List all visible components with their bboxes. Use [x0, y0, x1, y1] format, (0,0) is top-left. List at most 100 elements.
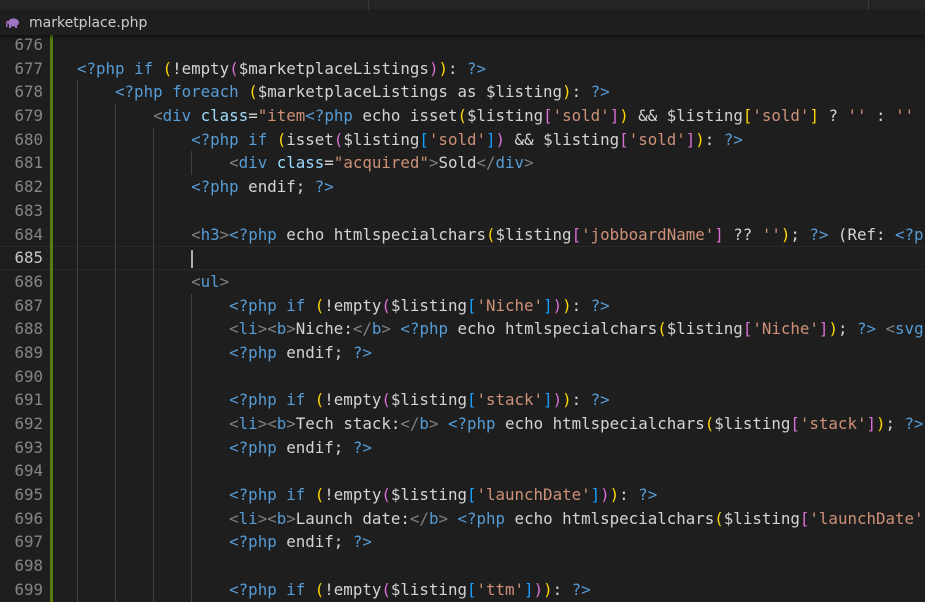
- code-token: (: [704, 414, 715, 433]
- indent-guide: [77, 198, 78, 223]
- code-token: (: [314, 485, 325, 505]
- line-number: 695: [14, 485, 43, 505]
- code-token: $listing: [666, 319, 743, 339]
- indent-guide: [77, 80, 78, 105]
- code-token: <?php: [115, 82, 163, 102]
- code-token: 'sold': [552, 106, 610, 126]
- code-token: echo htmlspecialchars: [505, 508, 715, 528]
- code-token: $marketplaceListings as $listing: [257, 82, 563, 102]
- code-token: <?php: [229, 532, 277, 552]
- code-line[interactable]: 685: [0, 246, 925, 270]
- indent-guide: [153, 506, 155, 531]
- code-token: ): [495, 129, 506, 149]
- code-line[interactable]: 699 <?php if (!empty($listing['ttm'])): ?…: [0, 577, 925, 602]
- code-line[interactable]: 694: [0, 459, 925, 484]
- code-line[interactable]: 680 <?php if (isset($listing['sold']) && …: [0, 127, 925, 152]
- git-modified-indicator: [50, 530, 53, 555]
- code-line[interactable]: 681 <div class="acquired">Sold</div>: [0, 151, 925, 176]
- code-token: <: [876, 319, 896, 339]
- code-token: $listing: [390, 579, 467, 599]
- code-token: <: [191, 271, 201, 291]
- code-token: ??: [723, 224, 762, 244]
- breadcrumb[interactable]: marketplace.php: [0, 10, 925, 35]
- code-line[interactable]: 690: [0, 364, 925, 389]
- indent-guide: [153, 127, 155, 152]
- code-token: [: [419, 129, 429, 149]
- code-token: ): [552, 390, 563, 410]
- code-token: ]: [543, 390, 553, 410]
- indent-guide: [153, 269, 155, 294]
- code-token: >: [286, 319, 296, 339]
- code-token: ?>: [590, 82, 610, 102]
- code-token: </: [352, 319, 372, 339]
- indent-guide: [77, 293, 78, 318]
- indent-guide: [115, 435, 117, 460]
- code-token: [: [799, 508, 810, 528]
- indent-guide: [115, 104, 117, 128]
- code-line[interactable]: 698: [0, 554, 925, 578]
- code-token: (: [248, 82, 258, 102]
- code-line[interactable]: 695 <?php if (!empty($listing['launchDate…: [0, 483, 925, 507]
- code-line[interactable]: 687 <?php if (!empty($listing['Niche'])):…: [0, 293, 925, 318]
- indent-guide: [115, 317, 117, 341]
- code-token: :: [866, 106, 896, 126]
- indent-guide: [191, 459, 193, 484]
- code-token: 'Niche': [752, 319, 819, 339]
- code-editor[interactable]: 676 677 <?php if (!empty($marketplaceListi…: [0, 33, 925, 602]
- indent-guide: [153, 388, 155, 412]
- indent-guide: [191, 364, 193, 389]
- code-line[interactable]: 688 <li><b>Niche:</b> <?php echo htmlspec…: [0, 317, 925, 341]
- indent-guide: [77, 104, 78, 128]
- git-modified-indicator: [50, 506, 53, 531]
- code-token: div: [495, 153, 525, 173]
- code-line[interactable]: 689 <?php endif; ?>: [0, 340, 925, 365]
- code-token: $listing: [390, 390, 467, 410]
- code-line[interactable]: 682 <?php endif; ?>: [0, 175, 925, 199]
- code-token: $marketplaceListings: [238, 58, 429, 78]
- code-token: </: [400, 414, 420, 433]
- code-token: 'stack': [476, 390, 544, 410]
- indent-guide: [191, 577, 193, 602]
- code-token: >: [438, 508, 458, 528]
- breadcrumb-file-name[interactable]: marketplace.php: [29, 15, 147, 31]
- code-line[interactable]: 678 <?php foreach ($marketplaceListings a…: [0, 80, 925, 105]
- code-token: [: [619, 129, 629, 149]
- line-number: 678: [14, 82, 43, 102]
- code-token: ]: [866, 414, 876, 433]
- line-number: 698: [14, 556, 43, 576]
- line-number: 692: [14, 414, 43, 433]
- code-token: !empty: [172, 58, 230, 78]
- code-token: Tech stack:: [295, 414, 401, 433]
- code-line[interactable]: 691 <?php if (!empty($listing['stack'])):…: [0, 388, 925, 412]
- code-line[interactable]: 679 <div class="item<?php echo isset($lis…: [0, 104, 925, 128]
- git-modified-indicator: [50, 293, 53, 318]
- indent-guide: [191, 317, 193, 341]
- code-line[interactable]: 696 <li><b>Launch date:</b> <?php echo ht…: [0, 506, 925, 531]
- code-line[interactable]: 686 <ul>: [0, 269, 925, 294]
- code-token: ]: [486, 129, 496, 149]
- git-modified-indicator: [50, 246, 53, 270]
- code-line[interactable]: 676: [0, 33, 925, 57]
- code-line[interactable]: 697 <?php endif; ?>: [0, 530, 925, 555]
- php-elephant-icon: [6, 18, 20, 28]
- code-token: b: [276, 508, 287, 528]
- git-modified-indicator: [50, 459, 53, 484]
- code-token: <: [229, 414, 239, 433]
- code-line[interactable]: 692 <li><b>Tech stack:</b> <?php echo htm…: [0, 412, 925, 436]
- indent-guide: [115, 175, 117, 199]
- code-token: ?>: [590, 390, 610, 410]
- git-modified-indicator: [50, 56, 53, 81]
- code-line[interactable]: 693 <?php endif; ?>: [0, 435, 925, 460]
- code-token: !empty: [324, 295, 382, 315]
- code-line[interactable]: 683: [0, 198, 925, 223]
- indent-guide: [77, 127, 78, 152]
- code-token: div: [162, 106, 192, 126]
- code-token: ): [875, 414, 886, 433]
- code-token: :: [552, 579, 572, 599]
- code-line[interactable]: 677 <?php if (!empty($marketplaceListings…: [0, 56, 925, 81]
- code-line[interactable]: 684 <h3><?php echo htmlspecialchars($list…: [0, 222, 925, 247]
- code-text: <?php if (!empty($listing['ttm'])): ?>: [229, 578, 591, 602]
- code-token: ]: [818, 319, 829, 339]
- indent-guide: [77, 459, 78, 484]
- code-token: '': [847, 106, 867, 126]
